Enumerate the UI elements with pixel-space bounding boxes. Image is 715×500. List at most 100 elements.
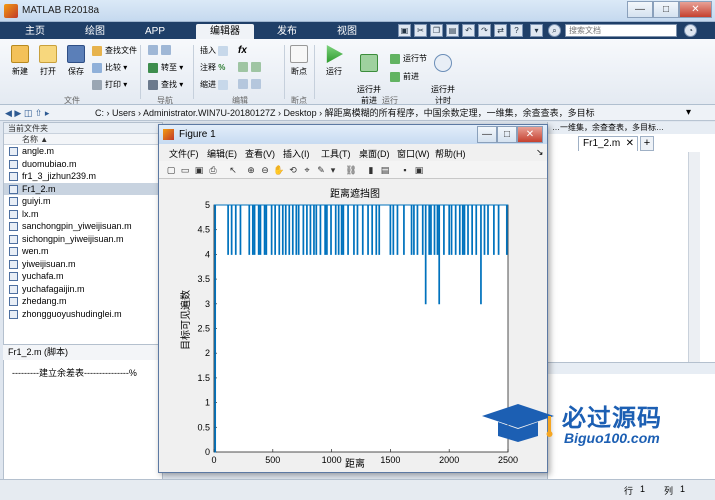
new-figure-icon[interactable]: ▢ [165, 164, 177, 176]
legend-icon[interactable]: ▤ [379, 164, 391, 176]
file-list: angle.m duomubiao.m fr1_3_jizhun239.m Fr1_2… [4, 145, 162, 320]
search-documentation-input[interactable]: 搜索文档 [565, 24, 677, 37]
figure-menu-item[interactable]: 编辑(E) [207, 147, 237, 160]
new-button[interactable]: 新建 [6, 45, 34, 77]
column-label: 列 [664, 486, 674, 496]
close-button[interactable]: ✕ [679, 1, 712, 18]
file-name: angle.m [22, 146, 55, 156]
file-list-item[interactable]: zhedang.m [4, 295, 162, 308]
wrap-comment-button[interactable] [238, 62, 264, 72]
file-list-item[interactable]: duomubiao.m [4, 158, 162, 171]
file-list-item[interactable]: yuchafa.m [4, 270, 162, 283]
find-files-button[interactable]: 查找文件 [92, 45, 137, 56]
print-figure-icon[interactable]: ⎙ [207, 164, 219, 176]
tab-view[interactable]: 视图 [322, 24, 372, 39]
figure-close-button[interactable]: ✕ [517, 126, 543, 143]
rotate-3d-icon[interactable]: ⟲ [287, 164, 299, 176]
file-list-item[interactable]: sanchongpin_yiweijisuan.m [4, 220, 162, 233]
data-cursor-icon[interactable]: ⌖ [301, 164, 313, 176]
advance-label: 前进 [403, 72, 419, 81]
colorbar-icon[interactable]: ▮ [365, 164, 377, 176]
link-plot-icon[interactable]: ⛓ [345, 164, 357, 176]
figure-minimize-button[interactable]: — [477, 126, 497, 143]
y-tick-label: 4.5 [197, 225, 210, 235]
file-list-item[interactable]: yuchafagaijin.m [4, 283, 162, 296]
figure-menu-item[interactable]: 帮助(H) [435, 147, 466, 160]
brush-dropdown-icon[interactable]: ▾ [327, 164, 339, 176]
m-file-icon [9, 147, 18, 156]
paste-quick-icon[interactable]: ▤ [446, 24, 459, 37]
breakpoints-button[interactable]: 断点 [288, 45, 310, 77]
help-quick-icon[interactable]: ? [510, 24, 523, 37]
indent-button[interactable]: 缩进 [200, 79, 231, 90]
file-list-item[interactable]: fr1_3_jizhun239.m [4, 170, 162, 183]
goto-button[interactable]: 转至 ▾ [148, 62, 183, 73]
figure-menu-item[interactable]: 插入(I) [283, 147, 310, 160]
file-name: zhongguoyushudinglei.m [22, 308, 122, 319]
edit-plot-icon[interactable]: ↖ [227, 164, 239, 176]
file-list-item[interactable]: wen.m [4, 245, 162, 258]
insert-button[interactable]: 插入 [200, 45, 231, 56]
figure-menu-item[interactable]: 查看(V) [245, 147, 275, 160]
pan-icon[interactable]: ✋ [273, 164, 285, 176]
open-file-icon[interactable]: ▭ [179, 164, 191, 176]
dropdown-quick-icon[interactable]: ▾ [530, 24, 543, 37]
undo-quick-icon[interactable]: ↶ [462, 24, 475, 37]
current-path[interactable]: C: › Users › Administrator.WIN7U-2018012… [95, 107, 685, 119]
figure-menu-item[interactable]: 文件(F) [169, 147, 199, 160]
save-quick-icon[interactable]: ▣ [398, 24, 411, 37]
menu-overflow-icon[interactable]: ↘ [536, 147, 544, 158]
tab-publish[interactable]: 发布 [262, 24, 312, 39]
figure-menu-item[interactable]: 工具(T) [321, 147, 351, 160]
maximize-button[interactable]: □ [653, 1, 679, 18]
tab-apps[interactable]: APP [130, 24, 180, 39]
file-list-item[interactable]: guiyi.m [4, 195, 162, 208]
save-button[interactable]: 保存 [62, 45, 90, 77]
find-button[interactable]: 查找 ▾ [148, 79, 183, 90]
open-button[interactable]: 打开 [34, 45, 62, 77]
save-figure-icon[interactable]: ▣ [193, 164, 205, 176]
tab-plots[interactable]: 绘图 [70, 24, 120, 39]
redo-quick-icon[interactable]: ↷ [478, 24, 491, 37]
back-forward-buttons[interactable] [148, 45, 174, 55]
zoom-out-icon[interactable]: ⊖ [259, 164, 271, 176]
zoom-in-icon[interactable]: ⊕ [245, 164, 257, 176]
compare-button[interactable]: 比较 ▾ [92, 62, 127, 73]
comment-button[interactable]: 注释 % [200, 62, 225, 73]
figure-menu-item[interactable]: 桌面(D) [359, 147, 390, 160]
switch-window-icon[interactable]: ⇄ [494, 24, 507, 37]
print-button[interactable]: 打印 ▾ [92, 79, 127, 90]
figure-menu-item[interactable]: 窗口(W) [397, 147, 430, 160]
name-column-header[interactable]: 名称 ▲ [4, 134, 162, 145]
file-list-item[interactable]: zhongguoyushudinglei.m [4, 308, 162, 321]
search-icon[interactable]: ⌕ [548, 24, 561, 37]
editor-tab-fr1-2[interactable]: Fr1_2.m ✕ [578, 136, 638, 151]
show-plot-tools-icon[interactable]: ▣ [413, 164, 425, 176]
m-file-icon [9, 197, 18, 206]
find-icon [148, 79, 158, 90]
minimize-button[interactable]: — [627, 1, 653, 18]
file-list-item[interactable]: lx.m [4, 208, 162, 221]
close-tab-icon[interactable]: ✕ [626, 137, 634, 151]
notification-icon[interactable]: ◔ [684, 24, 697, 37]
nav-arrows-icon[interactable]: ◀ ▶ ◫ ⇧ ▸ [5, 108, 49, 119]
figure-maximize-button[interactable]: □ [497, 126, 517, 143]
tab-home[interactable]: 主页 [10, 24, 60, 39]
run-button[interactable]: 运行 [320, 45, 348, 77]
insert-function-button[interactable]: fx [238, 45, 247, 56]
brush-icon[interactable]: ✎ [315, 164, 327, 176]
file-list-item[interactable]: sichongpin_yiweijisuan.m [4, 233, 162, 246]
add-tab-button[interactable]: + [640, 136, 654, 151]
path-dropdown-icon[interactable]: ▾ [686, 107, 691, 118]
file-list-item[interactable]: Fr1_2.m [4, 182, 162, 195]
cut-quick-icon[interactable]: ✂ [414, 24, 427, 37]
run-section-button[interactable]: 运行节 [390, 53, 427, 64]
editor-scrollbar[interactable] [688, 152, 700, 374]
advance-button[interactable]: 前进 [390, 71, 419, 82]
file-list-item[interactable]: angle.m [4, 145, 162, 158]
hide-plot-tools-icon[interactable]: ▪ [399, 164, 411, 176]
file-list-item[interactable]: yiweijisuan.m [4, 258, 162, 271]
copy-quick-icon[interactable]: ❐ [430, 24, 443, 37]
indent-tools[interactable] [238, 79, 264, 89]
tab-editor[interactable]: 编辑器 [196, 24, 254, 39]
